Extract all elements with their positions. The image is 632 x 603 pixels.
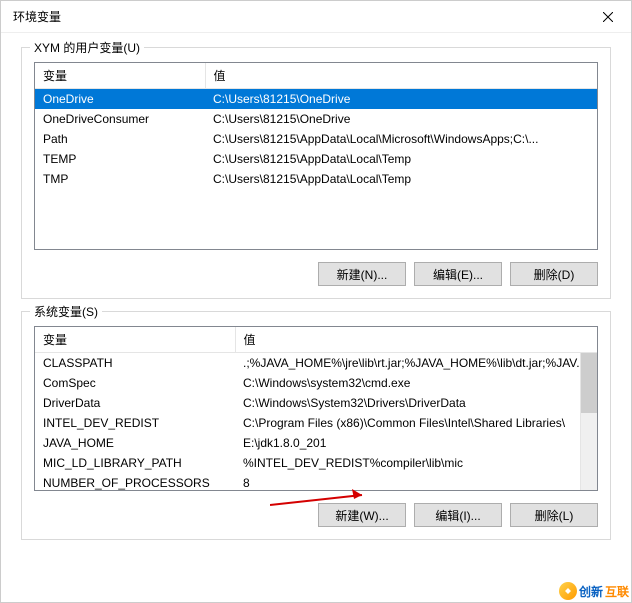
titlebar: 环境变量 [1,1,631,33]
cell-var: DriverData [35,393,235,413]
table-row[interactable]: TMPC:\Users\81215\AppData\Local\Temp [35,169,597,189]
scroll-thumb[interactable] [581,353,597,413]
cell-var: OneDriveConsumer [35,109,205,129]
sys-btn-row: 新建(W)... 编辑(I)... 删除(L) [34,503,598,527]
user-vars-table-wrap[interactable]: 变量 值 OneDriveC:\Users\81215\OneDriveOneD… [34,62,598,250]
table-row[interactable]: PathC:\Users\81215\AppData\Local\Microso… [35,129,597,149]
user-edit-button[interactable]: 编辑(E)... [414,262,502,286]
cell-var: NUMBER_OF_PROCESSORS [35,473,235,491]
watermark-icon [559,582,577,600]
table-row[interactable]: TEMPC:\Users\81215\AppData\Local\Temp [35,149,597,169]
user-col-var[interactable]: 变量 [35,63,205,89]
user-vars-table: 变量 值 OneDriveC:\Users\81215\OneDriveOneD… [35,63,597,189]
table-row[interactable]: MIC_LD_LIBRARY_PATH%INTEL_DEV_REDIST%com… [35,453,597,473]
table-row[interactable]: NUMBER_OF_PROCESSORS8 [35,473,597,491]
table-row[interactable]: CLASSPATH.;%JAVA_HOME%\jre\lib\rt.jar;%J… [35,353,597,374]
user-btn-row: 新建(N)... 编辑(E)... 删除(D) [34,262,598,286]
sys-new-button[interactable]: 新建(W)... [318,503,406,527]
cell-val: C:\Users\81215\OneDrive [205,109,597,129]
cell-var: OneDrive [35,89,205,110]
cell-var: Path [35,129,205,149]
cell-val: C:\Users\81215\AppData\Local\Temp [205,149,597,169]
table-row[interactable]: ComSpecC:\Windows\system32\cmd.exe [35,373,597,393]
cell-var: TMP [35,169,205,189]
cell-val: C:\Windows\System32\Drivers\DriverData [235,393,597,413]
user-vars-group: XYM 的用户变量(U) 变量 值 OneDriveC:\Users\81215… [21,47,611,299]
sys-vars-table-wrap[interactable]: 变量 值 CLASSPATH.;%JAVA_HOME%\jre\lib\rt.j… [34,326,598,491]
cell-val: C:\Windows\system32\cmd.exe [235,373,597,393]
close-icon [603,12,613,22]
cell-val: C:\Users\81215\OneDrive [205,89,597,110]
cell-var: TEMP [35,149,205,169]
cell-val: C:\Users\81215\AppData\Local\Temp [205,169,597,189]
table-row[interactable]: DriverDataC:\Windows\System32\Drivers\Dr… [35,393,597,413]
sys-col-val[interactable]: 值 [235,327,597,353]
table-row[interactable]: OneDriveC:\Users\81215\OneDrive [35,89,597,110]
user-vars-label: XYM 的用户变量(U) [30,39,144,56]
user-delete-button[interactable]: 删除(D) [510,262,598,286]
sys-edit-button[interactable]: 编辑(I)... [414,503,502,527]
cell-var: INTEL_DEV_REDIST [35,413,235,433]
cell-val: .;%JAVA_HOME%\jre\lib\rt.jar;%JAVA_HOME%… [235,353,597,374]
watermark: 创新互联 [559,582,629,600]
cell-var: CLASSPATH [35,353,235,374]
user-new-button[interactable]: 新建(N)... [318,262,406,286]
table-row[interactable]: INTEL_DEV_REDISTC:\Program Files (x86)\C… [35,413,597,433]
watermark-text-2: 互联 [605,583,629,600]
cell-val: %INTEL_DEV_REDIST%compiler\lib\mic [235,453,597,473]
table-row[interactable]: JAVA_HOMEE:\jdk1.8.0_201 [35,433,597,453]
sys-delete-button[interactable]: 删除(L) [510,503,598,527]
cell-var: ComSpec [35,373,235,393]
table-row[interactable]: OneDriveConsumerC:\Users\81215\OneDrive [35,109,597,129]
cell-val: C:\Program Files (x86)\Common Files\Inte… [235,413,597,433]
sys-vars-label: 系统变量(S) [30,303,102,320]
sys-vars-group: 系统变量(S) 变量 值 CLASSPATH.;%JAVA_HOME%\jre\… [21,311,611,540]
sys-col-var[interactable]: 变量 [35,327,235,353]
watermark-text-1: 创新 [579,583,603,600]
sys-scrollbar[interactable] [580,353,597,490]
env-vars-dialog: 环境变量 XYM 的用户变量(U) 变量 值 OneDriveC:\Users\… [0,0,632,603]
cell-val: C:\Users\81215\AppData\Local\Microsoft\W… [205,129,597,149]
close-button[interactable] [585,1,631,33]
cell-var: JAVA_HOME [35,433,235,453]
cell-var: MIC_LD_LIBRARY_PATH [35,453,235,473]
sys-vars-table: 变量 值 CLASSPATH.;%JAVA_HOME%\jre\lib\rt.j… [35,327,597,491]
cell-val: 8 [235,473,597,491]
cell-val: E:\jdk1.8.0_201 [235,433,597,453]
window-title: 环境变量 [13,8,61,25]
user-col-val[interactable]: 值 [205,63,597,89]
dialog-content: XYM 的用户变量(U) 变量 值 OneDriveC:\Users\81215… [1,33,631,602]
